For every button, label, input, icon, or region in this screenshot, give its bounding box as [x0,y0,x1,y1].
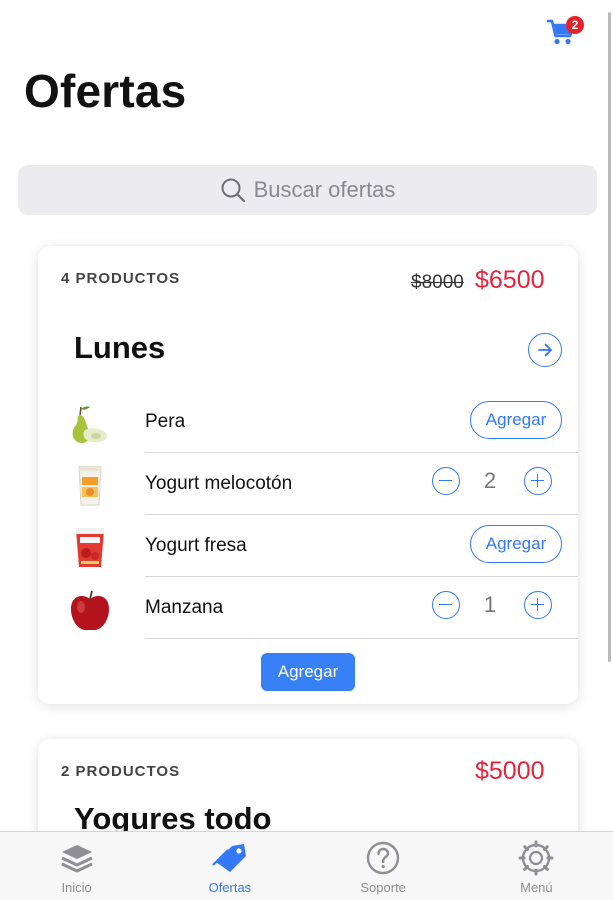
decrease-quantity-button[interactable] [432,467,460,495]
help-circle-icon [366,841,400,875]
open-offer-button[interactable] [528,333,562,367]
item-name: Pera [145,411,186,432]
product-count: 4 PRODUCTOS [61,270,181,287]
list-item: Yogurt melocotón 2 [38,453,578,515]
item-name: Manzana [145,597,224,618]
tag-icon [212,844,246,872]
cart-button[interactable]: 2 [546,16,584,50]
apple-image [71,590,109,631]
arrow-right-icon [538,343,552,357]
tab-soporte[interactable]: Soporte [307,832,460,900]
quantity-value: 2 [483,468,497,493]
pear-image [72,406,108,443]
tab-label: Soporte [360,880,406,895]
decrease-quantity-button[interactable] [432,591,460,619]
peach-yogurt-image [78,466,102,506]
list-item: Manzana 1 [38,577,578,639]
search-bar[interactable]: Buscar ofertas [18,165,597,215]
layers-icon [60,845,93,873]
offer-title: Lunes [74,330,166,365]
tab-label: Inicio [61,880,92,895]
add-item-button[interactable]: Agregar [470,525,562,563]
add-offer-button[interactable]: Agregar [261,653,355,691]
list-item: Pera Agregar [38,391,578,453]
tab-label: Menú [520,880,553,895]
product-count: 2 PRODUCTOS [61,763,181,780]
increase-quantity-button[interactable] [524,467,552,495]
tab-ofertas[interactable]: Ofertas [153,832,306,900]
add-item-button[interactable]: Agregar [470,401,562,439]
search-placeholder: Buscar ofertas [253,177,396,202]
tab-menu[interactable]: Menú [460,832,613,900]
list-item: Yogurt fresa Agregar [38,515,578,577]
strawberry-yogurt-image [76,528,104,567]
search-icon [221,178,245,203]
offer-price: $6500 [475,266,545,294]
cart-badge: 2 [566,16,584,34]
increase-quantity-button[interactable] [524,591,552,619]
tab-label: Ofertas [208,880,252,895]
old-price: $8000 [411,272,464,293]
settings-icon [518,840,554,876]
page-title: Ofertas [24,65,187,117]
tab-inicio[interactable]: Inicio [0,832,153,900]
divider [145,638,578,639]
item-name: Yogurt fresa [145,535,247,556]
tab-bar: Inicio Ofertas Soporte Menú [0,831,613,900]
page-scrollbar[interactable] [608,12,611,662]
offer-price: $5000 [475,757,545,785]
quantity-value: 1 [483,592,497,617]
offer-card: 4 PRODUCTOS $8000 $6500 Lunes Pera Agreg… [38,246,578,704]
item-name: Yogurt melocotón [145,473,293,494]
